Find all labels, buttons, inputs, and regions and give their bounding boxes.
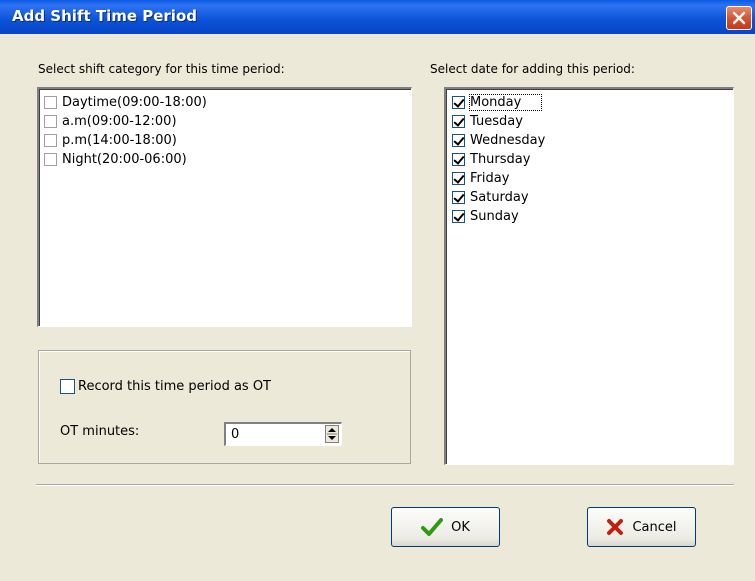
separator xyxy=(36,484,734,486)
shift-item[interactable]: Night(20:00-06:00) xyxy=(44,150,411,169)
date-item-label: Saturday xyxy=(470,190,529,205)
shift-checkbox[interactable] xyxy=(44,96,57,109)
date-item-label: Thursday xyxy=(470,152,531,167)
date-item-label: Friday xyxy=(470,171,510,186)
date-item[interactable]: Wednesday xyxy=(452,131,733,150)
date-item[interactable]: Sunday xyxy=(452,207,733,226)
ok-label: OK xyxy=(451,519,470,535)
shift-checkbox[interactable] xyxy=(44,134,57,147)
date-checkbox[interactable] xyxy=(452,134,465,147)
checkmark-icon xyxy=(421,518,444,536)
title-bar: Add Shift Time Period xyxy=(0,0,755,34)
date-item[interactable]: Thursday xyxy=(452,150,733,169)
date-item-label: Sunday xyxy=(470,209,519,224)
spin-buttons[interactable] xyxy=(325,425,339,443)
spin-arrows-icon xyxy=(327,428,337,440)
shift-item-label: Daytime(09:00-18:00) xyxy=(62,95,207,110)
shift-item[interactable]: a.m(09:00-12:00) xyxy=(44,112,411,131)
shift-item-label: Night(20:00-06:00) xyxy=(62,152,187,167)
shift-checkbox[interactable] xyxy=(44,153,57,166)
close-icon xyxy=(732,11,746,25)
ok-button[interactable]: OK xyxy=(391,507,500,547)
date-checkbox[interactable] xyxy=(452,172,465,185)
shift-checkbox[interactable] xyxy=(44,115,57,128)
date-item[interactable]: Tuesday xyxy=(452,112,733,131)
ot-groupbox xyxy=(38,350,411,464)
date-checkbox[interactable] xyxy=(452,210,465,223)
date-label: Select date for adding this period: xyxy=(430,62,635,76)
date-list[interactable]: Monday Tuesday Wednesday Thursday Friday Satu… xyxy=(444,87,734,465)
x-icon xyxy=(607,519,624,535)
shift-item-label: p.m(14:00-18:00) xyxy=(62,133,177,148)
ot-minutes-value[interactable]: 0 xyxy=(231,427,239,442)
shift-category-label: Select shift category for this time peri… xyxy=(38,62,285,76)
date-item-label: Wednesday xyxy=(470,133,546,148)
date-item[interactable]: Friday xyxy=(452,169,733,188)
date-checkbox[interactable] xyxy=(452,153,465,166)
cancel-button[interactable]: Cancel xyxy=(587,507,696,547)
cancel-label: Cancel xyxy=(632,519,677,535)
date-item[interactable]: Saturday xyxy=(452,188,733,207)
window-title: Add Shift Time Period xyxy=(12,7,197,25)
date-checkbox[interactable] xyxy=(452,96,465,109)
close-button[interactable] xyxy=(726,6,752,30)
ot-minutes-label: OT minutes: xyxy=(60,424,140,439)
date-item[interactable]: Monday xyxy=(452,93,733,112)
record-ot-checkbox[interactable]: Record this time period as OT xyxy=(60,377,271,396)
date-item-label: Monday xyxy=(468,94,543,111)
shift-item-label: a.m(09:00-12:00) xyxy=(62,114,177,129)
date-checkbox[interactable] xyxy=(452,115,465,128)
shift-item[interactable]: Daytime(09:00-18:00) xyxy=(44,93,411,112)
shift-category-list[interactable]: Daytime(09:00-18:00) a.m(09:00-12:00) p.m(… xyxy=(37,87,412,327)
shift-item[interactable]: p.m(14:00-18:00) xyxy=(44,131,411,150)
date-item-label: Tuesday xyxy=(470,114,523,129)
date-checkbox[interactable] xyxy=(452,191,465,204)
record-ot-label: Record this time period as OT xyxy=(78,379,271,394)
ot-minutes-spinner[interactable]: 0 xyxy=(224,422,342,446)
record-ot-checkbox-box[interactable] xyxy=(60,379,75,394)
